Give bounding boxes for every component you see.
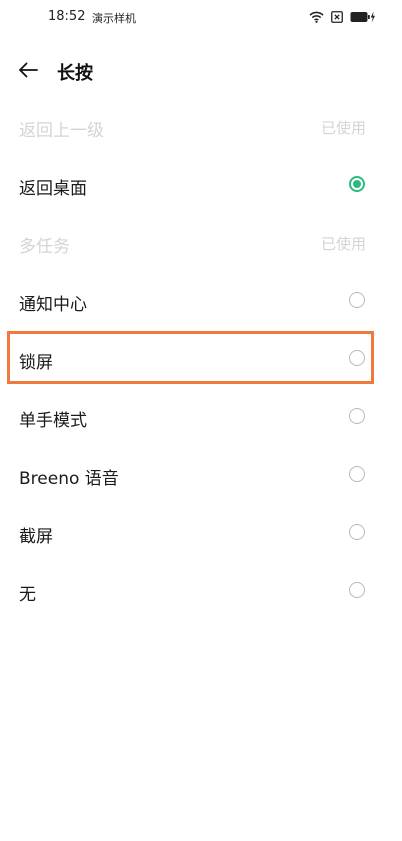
- radio-button[interactable]: [349, 466, 365, 482]
- option-row-notification-center[interactable]: 通知中心: [0, 272, 402, 330]
- option-label: 无: [19, 585, 36, 605]
- option-row-screenshot[interactable]: 截屏: [0, 504, 402, 562]
- option-label: 返回上一级: [19, 121, 104, 141]
- option-label: Breeno 语音: [19, 469, 119, 489]
- status-carrier: 演示样机: [92, 12, 136, 25]
- option-row-multitask: 多任务 已使用: [0, 214, 402, 272]
- sim-icon: [331, 11, 343, 23]
- page-title: 长按: [57, 63, 93, 84]
- battery-charging-icon: [350, 11, 376, 23]
- option-list: 返回上一级 已使用 返回桌面 多任务 已使用 通知中心 锁屏 单手模式 Bree…: [0, 98, 402, 620]
- status-icons: [309, 9, 376, 25]
- option-label: 截屏: [19, 527, 53, 547]
- option-label: 返回桌面: [19, 179, 87, 199]
- option-label: 多任务: [19, 237, 70, 257]
- back-button[interactable]: [14, 58, 42, 86]
- status-time: 18:52: [48, 9, 86, 24]
- option-row-home[interactable]: 返回桌面: [0, 156, 402, 214]
- radio-button[interactable]: [349, 176, 365, 192]
- option-label: 单手模式: [19, 411, 87, 431]
- option-row-breeno-voice[interactable]: Breeno 语音: [0, 446, 402, 504]
- option-row-one-hand-mode[interactable]: 单手模式: [0, 388, 402, 446]
- option-status: 已使用: [320, 119, 366, 137]
- option-label: 通知中心: [19, 295, 87, 315]
- arrow-left-icon: [18, 62, 38, 82]
- status-bar: 18:52 演示样机: [0, 0, 402, 34]
- radio-button[interactable]: [349, 350, 365, 366]
- radio-button[interactable]: [349, 408, 365, 424]
- option-status: 已使用: [320, 235, 366, 253]
- radio-button[interactable]: [349, 292, 365, 308]
- option-label: 锁屏: [19, 353, 53, 373]
- radio-button[interactable]: [349, 524, 365, 540]
- radio-button[interactable]: [349, 582, 365, 598]
- wifi-icon: [309, 11, 324, 23]
- option-row-lock-screen[interactable]: 锁屏: [0, 330, 402, 388]
- header: 长按: [0, 50, 402, 94]
- option-row-back: 返回上一级 已使用: [0, 98, 402, 156]
- option-row-none[interactable]: 无: [0, 562, 402, 620]
